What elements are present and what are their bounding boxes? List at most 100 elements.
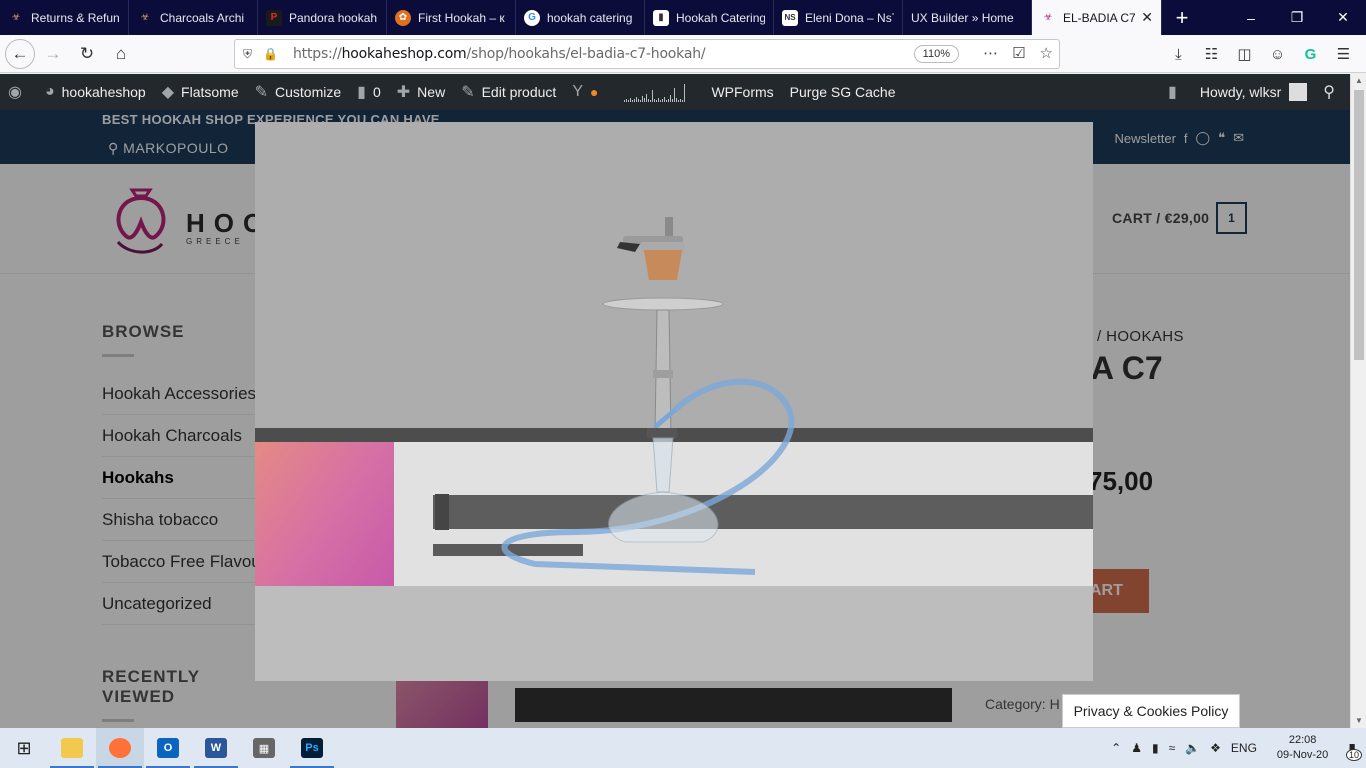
menu-icon[interactable]: ☰ — [1327, 39, 1360, 69]
comment-icon: ▮ — [357, 84, 366, 101]
admin-site-link[interactable]: ◕ hookaheshop — [37, 74, 154, 110]
avatar — [1289, 83, 1308, 101]
stats-sparkline[interactable] — [606, 74, 703, 110]
notifications-button[interactable]: ▮ 10 — [1343, 740, 1366, 761]
wordpress-logo[interactable]: ◉ — [0, 74, 37, 110]
taskbar-firefox[interactable] — [96, 728, 144, 768]
taskbar-outlook[interactable]: O — [144, 728, 192, 768]
clock[interactable]: 22:08 09-Nov-20 — [1262, 733, 1343, 763]
home-icon: ⌂ — [115, 43, 127, 63]
sparkline-icon — [624, 82, 686, 102]
browser-tab[interactable]: UX Builder » Home — [903, 0, 1032, 35]
folder-icon — [61, 738, 83, 758]
close-icon[interactable]: ✕ — [1141, 9, 1153, 26]
dashboard-icon: ◕ — [44, 83, 55, 100]
wordpress-icon: ◉ — [8, 84, 22, 101]
pencil-icon: ✎ — [461, 84, 475, 101]
admin-search-button[interactable]: ⚲ — [1315, 74, 1350, 110]
windows-icon: ⊞ — [16, 737, 32, 758]
windows-taskbar: ⊞ O W ▦ Ps ⌃ ♟ ▮ ≈ 🔈 ❖ ENG 22:08 09-Nov-2… — [0, 728, 1366, 768]
dropbox-icon[interactable]: ❖ — [1205, 741, 1226, 755]
photoshop-icon: Ps — [301, 738, 323, 758]
firefox-icon — [109, 738, 131, 758]
scroll-up-icon[interactable]: ▲ — [1351, 74, 1366, 88]
google-icon: G — [524, 9, 540, 26]
more-icon[interactable]: ⋯ — [983, 44, 998, 62]
start-button[interactable]: ⊞ — [0, 728, 48, 768]
pocket-icon[interactable]: ☑ — [1012, 44, 1025, 62]
system-tray: ⌃ ♟ ▮ ≈ 🔈 ❖ ENG 22:08 09-Nov-20 ▮ 10 — [1106, 728, 1366, 768]
taskbar-calculator[interactable]: ▦ — [240, 728, 288, 768]
howdy-menu[interactable]: Howdy, wlksr — [1192, 74, 1315, 110]
admin-purge-cache-link[interactable]: Purge SG Cache — [782, 74, 904, 110]
admin-theme-link[interactable]: ◆ Flatsome — [154, 74, 247, 110]
yoast-icon: Y — [572, 83, 583, 100]
cookie-notice-button[interactable]: Privacy & Cookies Policy — [1062, 694, 1240, 728]
home-button[interactable]: ⌂ — [105, 38, 137, 70]
browser-tab[interactable]: ▮ Hookah Catering — [645, 0, 774, 35]
chevron-up-icon[interactable]: ⌃ — [1106, 741, 1126, 755]
arrow-left-icon: ← — [11, 43, 29, 63]
language-indicator[interactable]: ENG — [1226, 741, 1262, 755]
urlbar-actions: ⋯ ☑ ☆ — [983, 44, 1053, 62]
browser-navbar: ← → ↻ ⌂ ⛨ 🔒 https://hookaheshop.com/shop… — [0, 35, 1366, 73]
plus-icon: + — [1175, 4, 1189, 30]
page-scrollbar[interactable]: ▲ ▼ — [1350, 74, 1366, 728]
volume-icon[interactable]: 🔈 — [1180, 741, 1205, 755]
browser-tab-active[interactable]: ☣ EL-BADIA C7 ✕ — [1032, 0, 1162, 35]
admin-new-link[interactable]: ✚ New — [389, 74, 453, 110]
notification-count-badge: 10 — [1345, 748, 1362, 761]
first-hookah-icon: ✿ — [395, 9, 411, 26]
reload-icon: ↻ — [79, 43, 95, 63]
admin-wpforms-link[interactable]: WPForms — [703, 74, 781, 110]
wifi-icon[interactable]: ≈ — [1164, 741, 1181, 755]
notification-icon: ▮ — [1168, 84, 1177, 101]
grammarly-icon[interactable]: G — [1294, 39, 1327, 69]
people-icon[interactable]: ♟ — [1126, 741, 1147, 755]
window-controls: – ❐ ✕ — [1228, 0, 1366, 35]
admin-edit-product-link[interactable]: ✎ Edit product — [453, 74, 564, 110]
search-icon: ⚲ — [1323, 84, 1335, 101]
taskbar-word[interactable]: W — [192, 728, 240, 768]
restore-icon[interactable]: ❐ — [1274, 0, 1320, 35]
document-icon: ▮ — [653, 9, 669, 26]
forward-button[interactable]: → — [37, 38, 69, 70]
scroll-down-icon[interactable]: ▼ — [1351, 714, 1366, 728]
scrollbar-thumb[interactable] — [1354, 90, 1364, 360]
back-button[interactable]: ← — [5, 38, 35, 69]
admin-comments-link[interactable]: ▮ 0 — [349, 74, 389, 110]
minimize-icon[interactable]: – — [1228, 0, 1274, 35]
browser-tab[interactable]: ☣ Returns & Refun — [0, 0, 129, 35]
browser-tab[interactable]: ✿ First Hookah – к — [387, 0, 516, 35]
address-bar[interactable]: ⛨ 🔒 https://hookaheshop.com/shop/hookahs… — [234, 39, 1060, 69]
status-dot-icon: ● — [589, 84, 599, 100]
admin-customize-link[interactable]: ✎ Customize — [247, 74, 350, 110]
hookah-site-icon: ☣ — [140, 12, 150, 23]
browser-tab[interactable]: ☣ Charcoals Archi — [129, 0, 258, 35]
outlook-icon: O — [157, 738, 179, 758]
browser-tab[interactable]: NS Eleni Dona – NsT — [774, 0, 903, 35]
brush-icon: ✎ — [254, 84, 269, 101]
word-icon: W — [205, 738, 227, 758]
reload-button[interactable]: ↻ — [71, 38, 103, 70]
taskbar-file-explorer[interactable] — [48, 728, 96, 768]
yoast-link[interactable]: Y ● — [564, 74, 606, 110]
product-image-lightbox[interactable] — [255, 122, 1093, 681]
ns-icon: NS — [782, 9, 798, 26]
taskbar-photoshop[interactable]: Ps — [288, 728, 336, 768]
sidebar-icon[interactable]: ◫ — [1228, 39, 1261, 69]
browser-tab-strip: ☣ Returns & Refun ☣ Charcoals Archi P Pando… — [0, 0, 1366, 35]
close-window-icon[interactable]: ✕ — [1320, 0, 1366, 35]
wp-admin-bar: ◉ ◕ hookaheshop ◆ Flatsome ✎ Customize ▮ 0 ✚… — [0, 74, 1350, 110]
download-icon[interactable]: ⤓ — [1162, 39, 1195, 69]
account-icon[interactable]: ☺ — [1261, 39, 1294, 69]
star-icon[interactable]: ☆ — [1040, 44, 1053, 62]
hookah-site-icon: ☣ — [11, 12, 21, 23]
notes-link[interactable]: ▮ — [1160, 74, 1192, 110]
library-icon[interactable]: ☷ — [1195, 39, 1228, 69]
new-tab-button[interactable]: + — [1162, 0, 1202, 35]
zoom-badge[interactable]: 110% — [913, 45, 959, 63]
battery-icon[interactable]: ▮ — [1147, 741, 1164, 755]
browser-tab[interactable]: P Pandora hookah — [258, 0, 387, 35]
browser-tab[interactable]: Ghookah catering — [516, 0, 645, 35]
